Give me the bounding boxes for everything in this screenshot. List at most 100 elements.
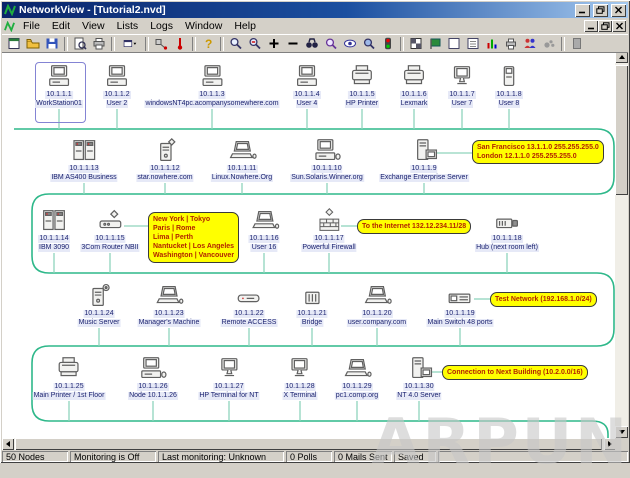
help-button[interactable]: ? bbox=[199, 36, 217, 51]
node-user8[interactable]: 10.1.1.8 User 8 bbox=[494, 64, 524, 108]
flag-list-button[interactable] bbox=[426, 36, 444, 51]
menu-bar: File Edit View Lists Logs Window Help bbox=[2, 18, 628, 34]
node-windowsnt4pc[interactable]: 10.1.1.3 windowsNT4pc.acompanysomewhere.c… bbox=[144, 64, 280, 108]
map-list-button[interactable] bbox=[407, 36, 425, 51]
node-user7[interactable]: 10.1.1.7 User 7 bbox=[447, 64, 477, 108]
zoom-in-button[interactable] bbox=[227, 36, 245, 51]
node-lexmark[interactable]: 10.1.1.6 Lexmark bbox=[399, 64, 429, 108]
scroll-down-button[interactable] bbox=[615, 426, 628, 438]
menu-edit[interactable]: Edit bbox=[46, 19, 76, 33]
node-music-server[interactable]: 10.1.1.24 Music Server bbox=[77, 283, 121, 327]
save-button[interactable] bbox=[43, 36, 61, 51]
map-grid-icon bbox=[410, 38, 422, 49]
node-ip: 10.1.1.19 bbox=[444, 310, 476, 318]
node-main-switch[interactable]: 10.1.1.19 Main Switch 48 ports bbox=[426, 283, 494, 327]
node-3com-router[interactable]: 10.1.1.15 3Com Router NBII bbox=[80, 208, 140, 252]
node-sun-solaris[interactable]: 10.1.1.10 Sun.Solaris.Winner.org bbox=[290, 138, 364, 182]
node-user-company[interactable]: 10.1.1.20 user.company.com bbox=[346, 283, 408, 327]
node-hub[interactable]: 10.1.1.18 Hub (next room left) bbox=[475, 208, 539, 252]
node-hp-terminal[interactable]: 10.1.1.27 HP Terminal for NT bbox=[198, 356, 260, 400]
open-button[interactable] bbox=[24, 36, 42, 51]
statistics-button[interactable] bbox=[483, 36, 501, 51]
menu-window[interactable]: Window bbox=[179, 19, 228, 33]
print-list-button[interactable] bbox=[502, 36, 520, 51]
node-ip: 10.1.1.16 bbox=[248, 235, 280, 243]
child-minimize-button[interactable] bbox=[584, 20, 598, 32]
threshold-button[interactable] bbox=[171, 36, 189, 51]
misc-tool-button[interactable] bbox=[540, 36, 558, 51]
node-10-1-1-26[interactable]: 10.1.1.26 Node 10.1.1.26 bbox=[128, 356, 178, 400]
menu-lists[interactable]: Lists bbox=[111, 19, 145, 33]
users-button[interactable] bbox=[521, 36, 539, 51]
node-workstation01[interactable]: 10.1.1.1 WorkStation01 bbox=[35, 64, 83, 108]
scroll-left-button[interactable] bbox=[2, 438, 14, 450]
child-restore-button[interactable] bbox=[598, 20, 612, 32]
printer-icon bbox=[59, 357, 79, 377]
new-map-icon bbox=[8, 38, 20, 49]
vertical-scroll-thumb[interactable] bbox=[615, 65, 628, 195]
find-button[interactable] bbox=[303, 36, 321, 51]
node-x-terminal[interactable]: 10.1.1.28 X Terminal bbox=[282, 356, 318, 400]
node-tool-button[interactable] bbox=[152, 36, 170, 51]
node-hp-printer[interactable]: 10.1.1.5 HP Printer bbox=[344, 64, 380, 108]
node-ip: 10.1.1.6 bbox=[400, 91, 428, 99]
node-firewall[interactable]: 10.1.1.17 Powerful Firewall bbox=[301, 208, 357, 252]
view-all-button[interactable] bbox=[341, 36, 359, 51]
plus-icon bbox=[269, 39, 279, 48]
horizontal-scroll-thumb[interactable] bbox=[15, 438, 602, 450]
callout-cities[interactable]: New York | Tokyo Paris | Rome Lima | Per… bbox=[148, 212, 240, 263]
node-list-button[interactable] bbox=[445, 36, 463, 51]
zoom-out-button[interactable] bbox=[246, 36, 264, 51]
magnify-map-button[interactable] bbox=[322, 36, 340, 51]
firewall-icon bbox=[319, 208, 339, 231]
callout-test-network[interactable]: Test Network (192.168.1.0/24) bbox=[490, 292, 597, 307]
node-user2[interactable]: 10.1.1.2 User 2 bbox=[102, 64, 132, 108]
node-star-nowhere[interactable]: 10.1.1.12 star.nowhere.com bbox=[136, 138, 194, 182]
zoom-plus-button[interactable] bbox=[265, 36, 283, 51]
restore-button[interactable] bbox=[593, 3, 608, 17]
node-exchange-server[interactable]: 10.1.1.9 Exchange Enterprise Server bbox=[379, 138, 469, 182]
node-nt4-server[interactable]: 10.1.1.30 NT 4.0 Server bbox=[396, 356, 442, 400]
node-label: 3Com Router NBII bbox=[80, 244, 140, 252]
close-button[interactable] bbox=[611, 3, 626, 17]
node-linux-nowhere[interactable]: 10.1.1.11 Linux.Nowhere.Org bbox=[210, 138, 274, 182]
new-button[interactable] bbox=[5, 36, 23, 51]
node-main-printer[interactable]: 10.1.1.25 Main Printer / 1st Floor bbox=[32, 356, 106, 400]
node-label: User 2 bbox=[105, 100, 129, 108]
menu-file[interactable]: File bbox=[17, 19, 46, 33]
laptop-icon bbox=[230, 141, 257, 159]
node-ibm-3090[interactable]: 10.1.1.14 IBM 3090 bbox=[38, 208, 70, 252]
menu-logs[interactable]: Logs bbox=[144, 19, 179, 33]
callout-san-francisco-london[interactable]: San Francisco 13.1.1.0 255.255.255.0 Lon… bbox=[472, 140, 604, 164]
status-monitoring: Monitoring is Off bbox=[70, 451, 156, 462]
address-list-button[interactable] bbox=[464, 36, 482, 51]
vertical-scrollbar[interactable] bbox=[615, 51, 628, 438]
node-user4[interactable]: 10.1.1.4 User 4 bbox=[292, 64, 322, 108]
node-bridge[interactable]: 10.1.1.21 Bridge bbox=[296, 283, 328, 327]
node-remote-access[interactable]: 10.1.1.22 Remote ACCESS bbox=[220, 283, 278, 327]
callout-next-building[interactable]: Connection to Next Building (10.2.0.0/16… bbox=[442, 365, 588, 380]
node-ibm-as400[interactable]: 10.1.1.13 IBM AS400 Business bbox=[50, 138, 118, 182]
inactive-tool-button[interactable] bbox=[568, 36, 586, 51]
minimize-button[interactable] bbox=[575, 3, 590, 17]
callout-internet[interactable]: To the Internet 132.12.234.11/28 bbox=[357, 219, 472, 234]
node-pc1-comp[interactable]: 10.1.1.29 pc1.comp.org bbox=[334, 356, 380, 400]
horizontal-scrollbar[interactable] bbox=[2, 438, 616, 450]
zoom-reset-button[interactable] bbox=[360, 36, 378, 51]
node-managers-machine[interactable]: 10.1.1.23 Manager's Machine bbox=[137, 283, 201, 327]
window-select-button[interactable] bbox=[118, 36, 142, 51]
node-ip: 10.1.1.15 bbox=[94, 235, 126, 243]
print-button[interactable] bbox=[90, 36, 108, 51]
map-canvas[interactable]: 10.1.1.1 WorkStation01 10.1.1.2 User 2 10.… bbox=[2, 51, 616, 439]
child-close-button[interactable] bbox=[612, 20, 626, 32]
binoculars-icon bbox=[306, 38, 318, 48]
menu-help[interactable]: Help bbox=[228, 19, 262, 33]
monitoring-toggle-button[interactable] bbox=[379, 36, 397, 51]
callout-line: Nantucket | Los Angeles bbox=[153, 243, 235, 250]
zoom-minus-button[interactable] bbox=[284, 36, 302, 51]
preview-button[interactable] bbox=[71, 36, 89, 51]
minus-icon bbox=[288, 42, 298, 45]
node-ip: 10.1.1.27 bbox=[213, 383, 245, 391]
menu-view[interactable]: View bbox=[76, 19, 111, 33]
node-user16[interactable]: 10.1.1.16 User 16 bbox=[248, 208, 280, 252]
